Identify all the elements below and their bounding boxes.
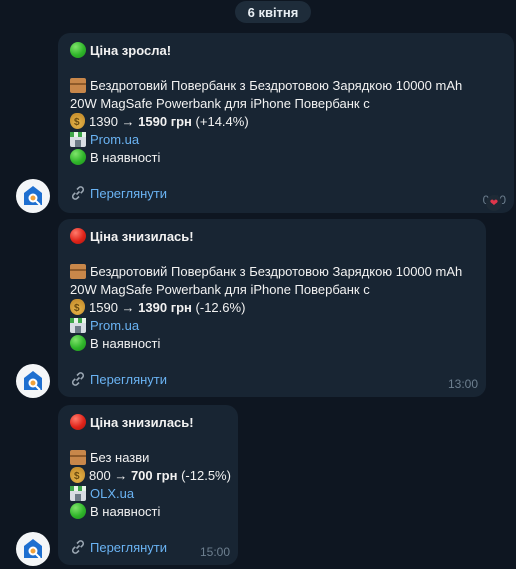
heart-icon: ❤	[489, 197, 499, 209]
money-bag-icon	[70, 113, 85, 131]
message-time: 15:00	[199, 545, 230, 559]
new-price: 700 грн	[130, 468, 178, 483]
shop-link[interactable]: Prom.ua	[90, 132, 139, 147]
availability-line: В наявності	[70, 149, 160, 166]
link-icon	[71, 540, 85, 554]
package-icon	[70, 450, 86, 465]
old-price: 800	[89, 468, 111, 483]
availability-text: В наявності	[90, 336, 161, 351]
product-name-text: Бездротовий Повербанк з Бездротовою Заря…	[90, 78, 463, 93]
message-bubble[interactable]: Ціна знизилась! Без назви 800 → 700 грн …	[58, 405, 238, 565]
avatar[interactable]	[16, 532, 50, 566]
red-circle-icon	[70, 414, 86, 430]
view-button[interactable]: Переглянути	[70, 185, 167, 201]
availability-text: В наявності	[90, 150, 161, 165]
avatar[interactable]	[16, 364, 50, 398]
message-title: Ціна знизилась!	[70, 414, 194, 431]
shop-line: Prom.ua	[70, 317, 139, 334]
shop-icon	[70, 132, 86, 147]
shop-line: Prom.ua	[70, 131, 139, 148]
product-name-text: Бездротовий Повербанк з Бездротовою Заря…	[90, 264, 463, 279]
avatar[interactable]	[16, 179, 50, 213]
shop-icon	[70, 486, 86, 501]
green-circle-icon	[70, 42, 86, 58]
price-change: (-12.6%)	[195, 300, 246, 315]
availability-line: В наявності	[70, 503, 160, 520]
heart-reaction[interactable]: ❤	[486, 195, 502, 211]
view-button[interactable]: Переглянути	[70, 539, 167, 555]
view-button-label: Переглянути	[90, 539, 168, 555]
product-line: Бездротовий Повербанк з Бездротовою Заря…	[70, 263, 462, 280]
new-price: 1390 грн	[138, 300, 192, 315]
view-button-label: Переглянути	[90, 371, 168, 387]
green-circle-icon	[70, 149, 86, 165]
link-icon	[71, 372, 85, 386]
date-label: 6 квітня	[247, 4, 299, 20]
package-icon	[70, 78, 86, 93]
availability-text: В наявності	[90, 504, 161, 519]
price-change: (+14.4%)	[195, 114, 249, 129]
date-separator: 6 квітня	[235, 1, 311, 23]
shop-link[interactable]: OLX.ua	[90, 486, 134, 501]
red-circle-icon	[70, 228, 86, 244]
message-title: Ціна знизилась!	[70, 228, 194, 245]
message-title: Ціна зросла!	[70, 42, 171, 59]
arrow-text: →	[121, 114, 135, 129]
price-change: (-12.5%)	[181, 468, 231, 483]
link-icon	[71, 186, 85, 200]
green-circle-icon	[70, 503, 86, 519]
shop-icon	[70, 318, 86, 333]
bot-avatar-icon	[24, 186, 42, 206]
green-circle-icon	[70, 335, 86, 351]
message-bubble[interactable]: Ціна знизилась! Бездротовий Повербанк з …	[58, 219, 486, 397]
old-price: 1390	[89, 114, 118, 129]
availability-line: В наявності	[70, 335, 160, 352]
price-line: 1390 → 1590 грн (+14.4%)	[70, 113, 249, 131]
product-line-continued: 20W MagSafe Powerbank для iPhone Поверба…	[70, 282, 370, 297]
message-time: 13:00	[447, 377, 478, 391]
product-line-continued: 20W MagSafe Powerbank для iPhone Поверба…	[70, 96, 370, 111]
arrow-text: →	[121, 300, 135, 315]
bot-avatar-icon	[24, 539, 42, 559]
view-button[interactable]: Переглянути	[70, 371, 167, 387]
new-price: 1590 грн	[138, 114, 192, 129]
shop-line: OLX.ua	[70, 485, 134, 502]
price-line: 800 → 700 грн (-12.5%)	[70, 467, 231, 485]
title-text: Ціна знизилась!	[90, 415, 194, 430]
money-bag-icon	[70, 467, 85, 485]
bot-avatar-icon	[24, 371, 42, 391]
package-icon	[70, 264, 86, 279]
product-line: Без назви	[70, 449, 149, 466]
title-text: Ціна знизилась!	[90, 229, 194, 244]
shop-link[interactable]: Prom.ua	[90, 318, 139, 333]
money-bag-icon	[70, 299, 85, 317]
message-bubble[interactable]: Ціна зросла! Бездротовий Повербанк з Без…	[58, 33, 514, 213]
old-price: 1590	[89, 300, 118, 315]
product-line: Бездротовий Повербанк з Бездротовою Заря…	[70, 77, 462, 94]
product-name-text: Без назви	[90, 450, 150, 465]
price-line: 1590 → 1390 грн (-12.6%)	[70, 299, 246, 317]
arrow-text: →	[114, 468, 128, 483]
view-button-label: Переглянути	[90, 185, 168, 201]
title-text: Ціна зросла!	[90, 43, 172, 58]
